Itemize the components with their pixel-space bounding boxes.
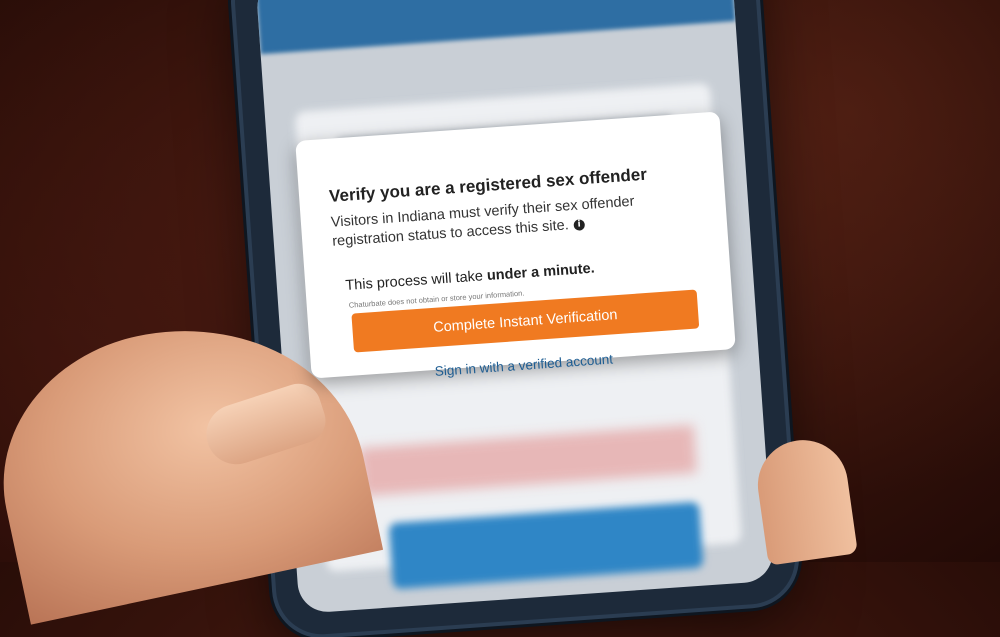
process-duration-bold: under a minute. — [486, 260, 596, 285]
blurred-top-bar — [255, 0, 736, 55]
verification-modal: Verify you are a registered sex offender… — [295, 111, 736, 379]
info-icon[interactable]: i — [573, 218, 586, 231]
process-duration: This process will take under a minute. — [345, 261, 595, 294]
process-prefix: This process will take — [344, 268, 488, 294]
